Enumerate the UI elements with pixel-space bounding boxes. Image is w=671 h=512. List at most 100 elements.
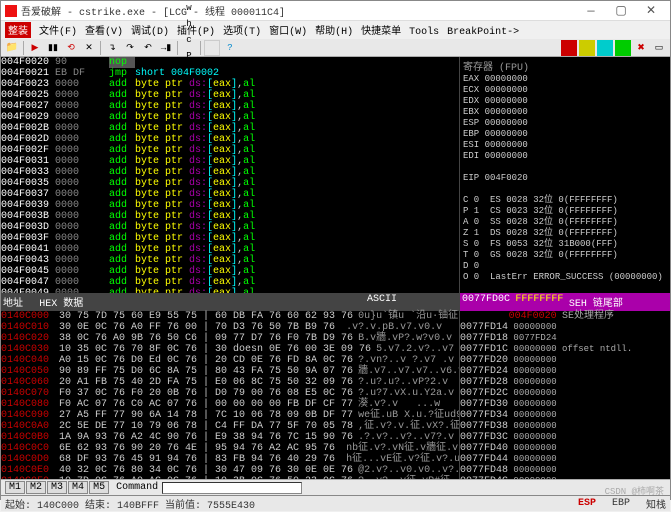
register-line[interactable] xyxy=(463,184,667,195)
run-icon[interactable]: ▶ xyxy=(27,40,43,56)
menu-item[interactable]: Tools xyxy=(405,27,443,38)
stack-line[interactable]: 0077FD44 00000000 xyxy=(460,454,670,465)
disasm-line[interactable]: 004F00410000addbyte ptr ds:[eax],al xyxy=(1,244,459,255)
register-line[interactable] xyxy=(463,283,667,293)
stack-line[interactable]: 0077FD48 00000000 xyxy=(460,465,670,476)
stack-line[interactable]: 0077FD3C 00000000 xyxy=(460,432,670,443)
register-line[interactable]: EDX 00000000 xyxy=(463,96,667,107)
toolbar-letter-w[interactable]: w xyxy=(181,0,197,16)
menu-item[interactable]: 文件(F) xyxy=(35,27,81,38)
disasm-line[interactable]: 004F00350000addbyte ptr ds:[eax],al xyxy=(1,178,459,189)
toolbar-blank[interactable] xyxy=(204,40,220,56)
disasm-line[interactable]: 004F00370000addbyte ptr ds:[eax],al xyxy=(1,189,459,200)
cyan-square-icon[interactable] xyxy=(597,40,613,56)
hex-line[interactable]: 0140C0F010 7D 0C 76 A0 AC 0C 76 | 10 3B … xyxy=(1,476,459,479)
register-line[interactable]: O 0 LastErr ERROR_SUCCESS (00000000) xyxy=(463,272,667,283)
stack-line[interactable]: 0077FD40 00000000 xyxy=(460,443,670,454)
cmd-tab[interactable]: M1 xyxy=(5,481,25,494)
menu-item[interactable]: 帮助(H) xyxy=(311,27,357,38)
step-out-icon[interactable]: ↶ xyxy=(140,40,156,56)
register-line[interactable]: Z 1 DS 0028 32位 0(FFFFFFFF) xyxy=(463,228,667,239)
disasm-line[interactable]: 004F00230000addbyte ptr ds:[eax],al xyxy=(1,79,459,90)
stack-pane[interactable]: 0077FD0C FFFFFFFF SEH 链尾部 004F0020 SE处理程… xyxy=(460,293,670,479)
green-square-icon[interactable] xyxy=(615,40,631,56)
help-icon[interactable]: ? xyxy=(222,40,238,56)
stack-line[interactable]: 0077FD30 00000000 xyxy=(460,399,670,410)
stack-line[interactable]: 0077FD1C 00000000 offset ntdll. xyxy=(460,344,670,355)
hex-line[interactable]: 0140C00030 75 7D 75 60 E9 55 75 | 60 DB … xyxy=(1,311,459,322)
disasm-line[interactable]: 004F00270000addbyte ptr ds:[eax],al xyxy=(1,101,459,112)
stack-line[interactable]: 0077FD20 00000000 xyxy=(460,355,670,366)
cmd-tab[interactable]: M2 xyxy=(26,481,46,494)
hex-line[interactable]: 0140C0C06E 62 93 76 90 20 76 4E | 95 94 … xyxy=(1,443,459,454)
hex-dump-pane[interactable]: 地址 HEX 数据ASCII 0140C00030 75 7D 75 60 E9… xyxy=(1,293,460,479)
disasm-line[interactable]: 004F003B0000addbyte ptr ds:[eax],al xyxy=(1,211,459,222)
restart-icon[interactable]: ⟲ xyxy=(63,40,79,56)
disasm-line[interactable]: 004F002B0000addbyte ptr ds:[eax],al xyxy=(1,123,459,134)
stack-line[interactable]: 0077FD14 00000000 xyxy=(460,322,670,333)
step-over-icon[interactable]: ↷ xyxy=(122,40,138,56)
hex-line[interactable]: 0140C09027 A5 FF 77 90 6A 14 78 | 7C 10 … xyxy=(1,410,459,421)
hex-line[interactable]: 0140C0B01A 9A 93 76 A2 4C 90 76 | E9 38 … xyxy=(1,432,459,443)
menu-item[interactable]: BreakPoint-> xyxy=(443,27,523,38)
menu-item[interactable]: 选项(T) xyxy=(219,27,265,38)
register-line[interactable]: T 0 GS 0028 32位 0(FFFFFFFF) xyxy=(463,250,667,261)
disasm-line[interactable]: 004F003D0000addbyte ptr ds:[eax],al xyxy=(1,222,459,233)
register-line[interactable]: EAX 00000000 xyxy=(463,74,667,85)
stack-line[interactable]: 0077FD24 00000000 xyxy=(460,366,670,377)
yellow-square-icon[interactable] xyxy=(579,40,595,56)
disasm-line[interactable]: 004F00430000addbyte ptr ds:[eax],al xyxy=(1,255,459,266)
disasm-line[interactable]: 004F00310000addbyte ptr ds:[eax],al xyxy=(1,156,459,167)
hex-line[interactable]: 0140C0A02C 5E DE 77 10 79 06 78 | C4 FF … xyxy=(1,421,459,432)
close-button[interactable]: ✕ xyxy=(636,2,666,20)
red-x-icon[interactable]: ✖ xyxy=(633,40,649,56)
register-line[interactable]: C 0 ES 0028 32位 0(FFFFFFFF) xyxy=(463,195,667,206)
run-to-icon[interactable]: →▮ xyxy=(158,40,174,56)
step-into-icon[interactable]: ↴ xyxy=(104,40,120,56)
hex-line[interactable]: 0140C070F0 37 0C 76 F0 20 0B 76 | D0 79 … xyxy=(1,388,459,399)
disasm-line[interactable]: 004F00470000addbyte ptr ds:[eax],al xyxy=(1,277,459,288)
sys-menu[interactable]: 整装 xyxy=(5,22,31,38)
stack-line[interactable]: 0077FD4C 00000000 xyxy=(460,476,670,479)
hex-line[interactable]: 0140C05090 89 FF 75 D0 6C 8A 75 | 80 43 … xyxy=(1,366,459,377)
stack-line[interactable]: 0077FD28 00000000 xyxy=(460,377,670,388)
maximize-button[interactable]: ▢ xyxy=(606,2,636,20)
register-line[interactable]: EBP 00000000 xyxy=(463,129,667,140)
registers-pane[interactable]: 寄存器 (FPU) EAX 00000000ECX 00000000EDX 00… xyxy=(460,57,670,293)
window-icon[interactable]: ▭ xyxy=(651,40,667,56)
disassembly-pane[interactable]: 004F002090nop004F0021EB DFjmpshort 004F0… xyxy=(1,57,460,293)
status-stack[interactable]: 知栈 xyxy=(646,496,666,512)
hex-line[interactable]: 0140C06020 A1 FB 75 40 2D FA 75 | E0 06 … xyxy=(1,377,459,388)
register-line[interactable]: P 1 CS 0023 32位 0(FFFFFFFF) xyxy=(463,206,667,217)
hex-line[interactable]: 0140C0D068 DF 93 76 45 91 94 76 | 83 FB … xyxy=(1,454,459,465)
stack-line[interactable]: 0077FD38 00000000 xyxy=(460,421,670,432)
minimize-button[interactable]: — xyxy=(576,2,606,20)
register-line[interactable]: ECX 00000000 xyxy=(463,85,667,96)
disasm-line[interactable]: 004F003F0000addbyte ptr ds:[eax],al xyxy=(1,233,459,244)
disasm-line[interactable]: 004F002090nop xyxy=(1,57,459,68)
command-input[interactable] xyxy=(162,482,302,494)
stack-line[interactable]: 0077FD34 00000000 xyxy=(460,410,670,421)
menu-item[interactable]: 快捷菜单 xyxy=(357,27,405,38)
disasm-line[interactable]: 004F00450000addbyte ptr ds:[eax],al xyxy=(1,266,459,277)
pause-icon[interactable]: ▮▮ xyxy=(45,40,61,56)
register-line[interactable]: D 0 xyxy=(463,261,667,272)
register-line[interactable]: EDI 00000000 xyxy=(463,151,667,162)
disasm-line[interactable]: 004F002D0000addbyte ptr ds:[eax],al xyxy=(1,134,459,145)
toolbar-letter-c[interactable]: c xyxy=(181,32,197,48)
disasm-line[interactable]: 004F00390000addbyte ptr ds:[eax],al xyxy=(1,200,459,211)
menu-item[interactable]: 窗口(W) xyxy=(265,27,311,38)
register-line[interactable] xyxy=(463,162,667,173)
open-icon[interactable] xyxy=(4,40,20,56)
register-line[interactable]: EIP 004F0020 xyxy=(463,173,667,184)
hex-line[interactable]: 0140C0E040 32 0C 76 80 34 0C 76 | 30 47 … xyxy=(1,465,459,476)
hex-line[interactable]: 0140C01030 0E 0C 76 A0 FF 76 00 | 70 D3 … xyxy=(1,322,459,333)
disasm-line[interactable]: 004F002F0000addbyte ptr ds:[eax],al xyxy=(1,145,459,156)
register-line[interactable]: ESP 00000000 xyxy=(463,118,667,129)
hex-line[interactable]: 0140C02038 0C 76 A0 9B 76 50 C6 | 09 77 … xyxy=(1,333,459,344)
menu-item[interactable]: 调试(D) xyxy=(127,27,173,38)
hex-line[interactable]: 0140C03010 35 0C 76 70 8F 0C 76 | 30 doe… xyxy=(1,344,459,355)
register-line[interactable]: ESI 00000000 xyxy=(463,140,667,151)
stop-icon[interactable]: ✕ xyxy=(81,40,97,56)
disasm-line[interactable]: 004F00290000addbyte ptr ds:[eax],al xyxy=(1,112,459,123)
